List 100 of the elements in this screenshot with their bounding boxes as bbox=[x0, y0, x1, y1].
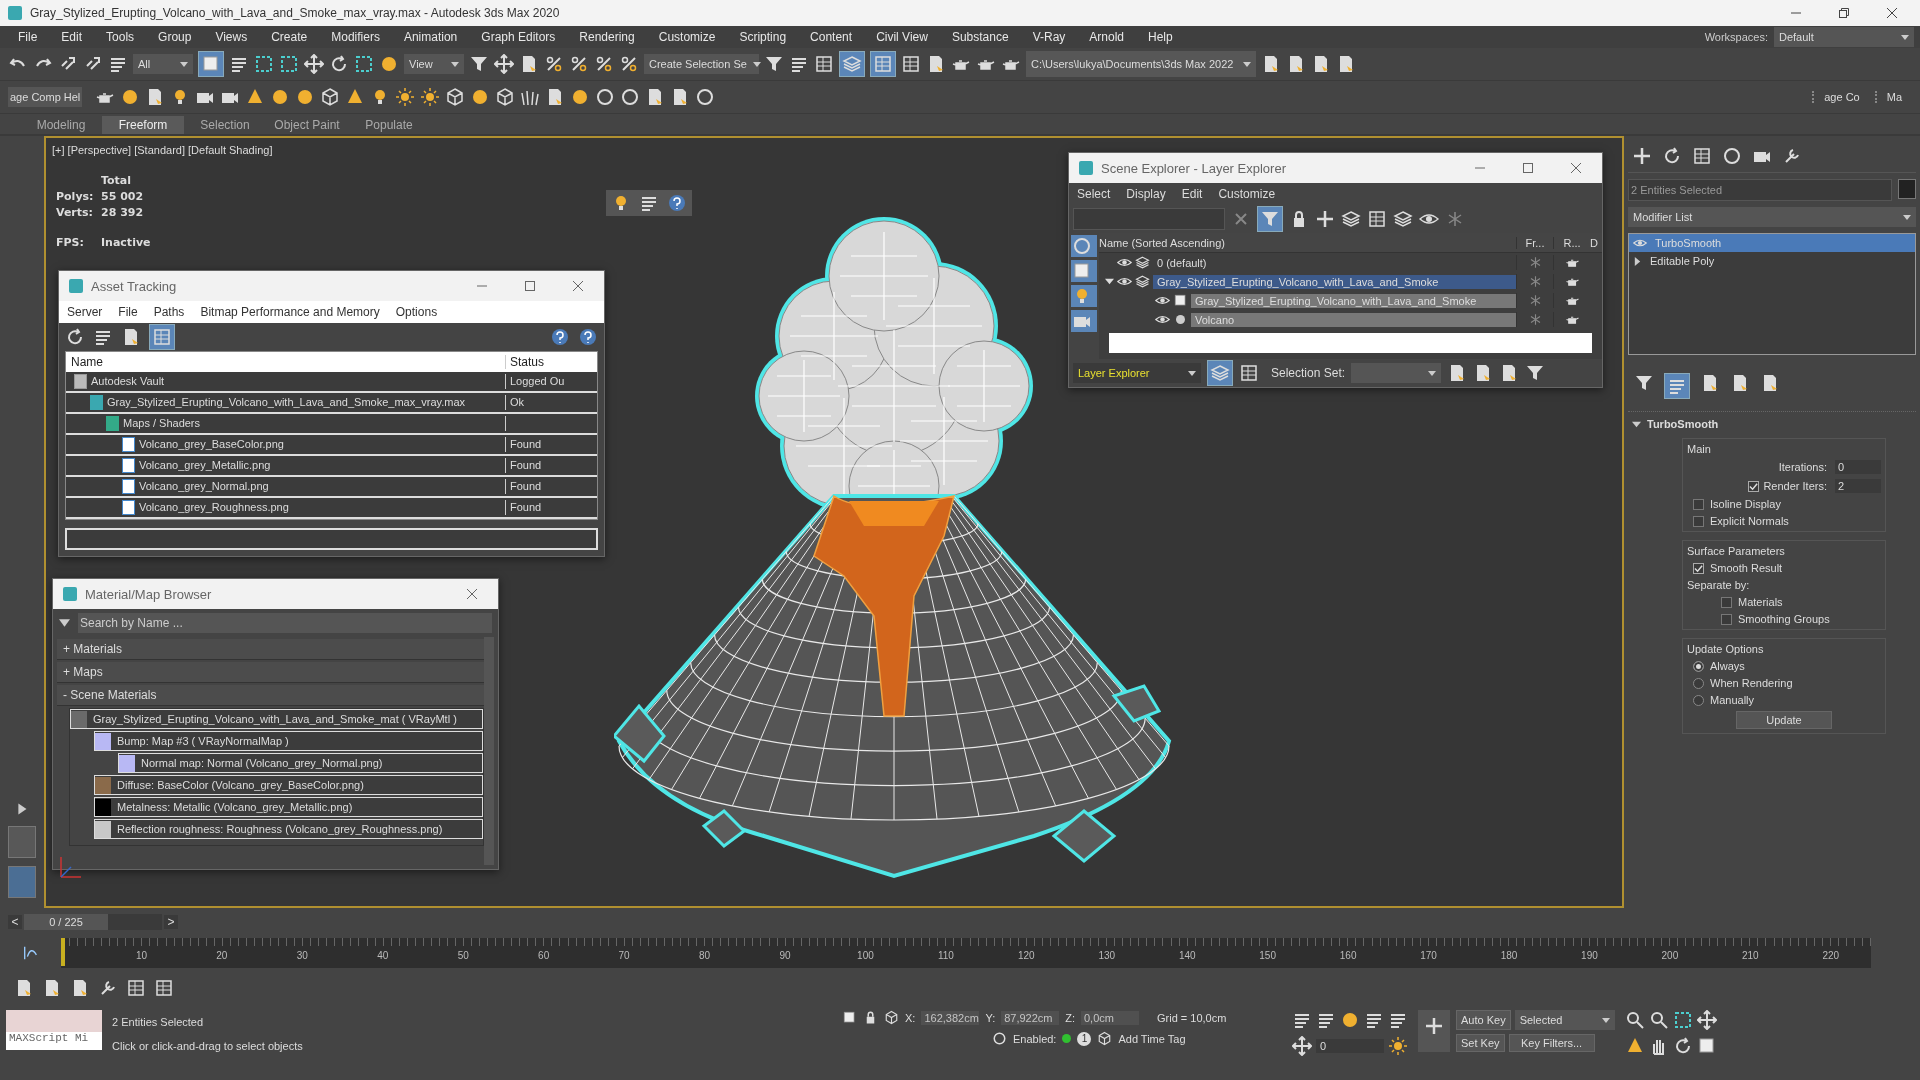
menu-item[interactable]: Help bbox=[1136, 30, 1185, 44]
checkbox-label[interactable]: Materials bbox=[1738, 596, 1783, 608]
radio-button[interactable] bbox=[1693, 660, 1704, 672]
move-arrows-icon[interactable] bbox=[304, 54, 324, 74]
time-slider-track[interactable]: 0 / 225 bbox=[24, 914, 162, 930]
project-path-dropdown[interactable]: C:\Users\lukya\Documents\3ds Max 2022 bbox=[1026, 51, 1256, 77]
asset-name[interactable]: Autodesk Vault bbox=[91, 375, 165, 388]
caret-icon[interactable] bbox=[59, 619, 70, 627]
modifier-list-dropdown[interactable]: Modifier List bbox=[1628, 207, 1916, 227]
sun-icon[interactable] bbox=[395, 87, 416, 107]
category-header[interactable]: + Maps bbox=[57, 662, 484, 683]
asset-name[interactable]: Maps / Shaders bbox=[123, 417, 201, 430]
table-icon[interactable] bbox=[901, 54, 921, 74]
key-filters-button[interactable]: Key Filters... bbox=[1508, 1034, 1595, 1052]
ribbon-tab[interactable]: Freeform bbox=[102, 116, 184, 134]
coordinate-field[interactable]: 0,0cm bbox=[1081, 1010, 1139, 1025]
cube-icon[interactable] bbox=[1097, 1031, 1113, 1046]
menu-item[interactable]: Create bbox=[259, 30, 320, 44]
modifier-stack-item[interactable]: Editable Poly bbox=[1629, 252, 1915, 270]
timeline-ruler[interactable]: 10 20 30 40 50 60 70 80 90 100 110 120 130 140 150 160 170 180 190 200 210 220 bbox=[61, 938, 1871, 968]
column-header[interactable]: R... bbox=[1553, 236, 1590, 249]
move-arrows-icon[interactable] bbox=[494, 54, 514, 74]
viewport-layout-thumbnail[interactable] bbox=[8, 826, 36, 858]
layers-icon[interactable] bbox=[1341, 209, 1361, 229]
plus-icon[interactable] bbox=[1632, 146, 1652, 166]
menu-item[interactable]: Server bbox=[67, 305, 103, 319]
radio-button[interactable] bbox=[1693, 677, 1704, 689]
category-header[interactable]: - Scene Materials bbox=[57, 685, 484, 706]
menu-item[interactable]: V-Ray bbox=[1020, 30, 1078, 44]
cube-icon[interactable] bbox=[445, 87, 466, 107]
menu-item[interactable]: Paths bbox=[153, 305, 185, 319]
table-icon[interactable] bbox=[814, 54, 834, 74]
selection-filter-dropdown[interactable]: All bbox=[133, 54, 193, 74]
funnel-icon[interactable] bbox=[469, 54, 489, 74]
move-arrows-icon[interactable] bbox=[1696, 1010, 1717, 1030]
column-header[interactable]: Name (Sorted Ascending) bbox=[1099, 236, 1516, 249]
menu-item[interactable]: Customize bbox=[1218, 187, 1276, 201]
menu-item[interactable]: Edit bbox=[1181, 187, 1203, 201]
curve-editor-icon[interactable] bbox=[22, 944, 40, 962]
circle-icon[interactable] bbox=[1722, 146, 1742, 166]
toolbar-label[interactable]: age Co bbox=[1812, 91, 1870, 103]
circle-icon[interactable] bbox=[992, 1031, 1007, 1046]
layers-icon[interactable] bbox=[1393, 209, 1413, 229]
material-tree-item[interactable]: Normal map: Normal (Volcano_grey_Normal.png) bbox=[118, 753, 483, 773]
help-icon[interactable] bbox=[550, 326, 570, 347]
material-tree-item[interactable]: Reflection roughness: Roughness (Volcano_grey_Roughness.png) bbox=[94, 819, 483, 839]
funnel-icon[interactable] bbox=[764, 54, 784, 74]
menu-item[interactable]: Display bbox=[1126, 187, 1166, 201]
menu-item[interactable]: File bbox=[118, 305, 138, 319]
menu-item[interactable]: Scripting bbox=[727, 30, 799, 44]
current-frame-field[interactable]: 0 bbox=[1316, 1039, 1384, 1053]
perspective-viewport[interactable] bbox=[44, 136, 1624, 908]
update-button[interactable]: Update bbox=[1736, 711, 1832, 729]
ribbon-tab[interactable]: Object Paint bbox=[266, 116, 348, 134]
cube-icon[interactable] bbox=[320, 87, 341, 107]
percent-icon[interactable] bbox=[544, 54, 564, 74]
table-icon[interactable] bbox=[154, 978, 174, 998]
viewport-label[interactable]: [+] [Perspective] [Standard] [Default Shading] bbox=[52, 144, 273, 156]
scene-tree-item[interactable]: 0 (default) bbox=[1153, 255, 1516, 270]
next-frame-button[interactable]: > bbox=[164, 915, 178, 929]
path-field[interactable] bbox=[65, 528, 598, 550]
rotate-icon[interactable] bbox=[65, 326, 85, 347]
scene-tree-item[interactable]: Gray_Stylized_Erupting_Volcano_with_Lava_and_Smoke bbox=[1153, 274, 1516, 289]
column-header[interactable]: Name bbox=[66, 354, 506, 369]
funnel-icon[interactable] bbox=[1634, 373, 1654, 393]
table-icon[interactable] bbox=[1692, 146, 1712, 166]
category-header[interactable]: + Materials bbox=[57, 639, 484, 660]
cube-icon[interactable] bbox=[495, 87, 516, 107]
percent-icon[interactable] bbox=[619, 54, 639, 74]
checkbox[interactable] bbox=[1693, 498, 1704, 510]
checkbox-label[interactable]: Isoline Display bbox=[1710, 498, 1781, 510]
search-icon[interactable] bbox=[1648, 1010, 1669, 1030]
sun-icon[interactable] bbox=[1388, 1036, 1408, 1056]
menu-item[interactable]: Content bbox=[798, 30, 865, 44]
menu-item[interactable]: Modifiers bbox=[319, 30, 392, 44]
horizontal-scrollbar[interactable] bbox=[1109, 333, 1592, 353]
radio-button[interactable] bbox=[1693, 694, 1704, 706]
percent-icon[interactable] bbox=[569, 54, 589, 74]
menu-item[interactable]: Select bbox=[1077, 187, 1111, 201]
menu-item[interactable]: Views bbox=[203, 30, 260, 44]
menu-item[interactable]: Animation bbox=[391, 30, 470, 44]
circle-icon[interactable] bbox=[595, 87, 616, 107]
workspaces-dropdown[interactable]: Default bbox=[1774, 27, 1914, 47]
checkbox[interactable] bbox=[1748, 480, 1760, 492]
asset-name[interactable]: Volcano_grey_Roughness.png bbox=[139, 501, 289, 514]
ribbon-tab[interactable]: Populate bbox=[348, 116, 430, 134]
menu-item[interactable]: File bbox=[6, 30, 50, 44]
funnel-icon[interactable] bbox=[1525, 363, 1546, 383]
collapse-arrow-icon[interactable] bbox=[1632, 419, 1641, 429]
maximize-icon[interactable] bbox=[524, 280, 536, 292]
menu-item[interactable]: Graph Editors bbox=[469, 30, 568, 44]
checkbox[interactable] bbox=[1721, 596, 1732, 608]
spinner-field[interactable]: 0 bbox=[1835, 460, 1881, 474]
menu-item[interactable]: Arnold bbox=[1077, 30, 1136, 44]
circle-icon[interactable] bbox=[620, 87, 641, 107]
asset-name[interactable]: Volcano_grey_Metallic.png bbox=[139, 459, 271, 472]
sphere-icon[interactable] bbox=[1340, 1010, 1360, 1030]
material-tree-item[interactable]: Metalness: Metallic (Volcano_grey_Metallic.png) bbox=[94, 797, 483, 817]
percent-icon[interactable] bbox=[594, 54, 614, 74]
plus-icon[interactable] bbox=[1315, 209, 1335, 229]
